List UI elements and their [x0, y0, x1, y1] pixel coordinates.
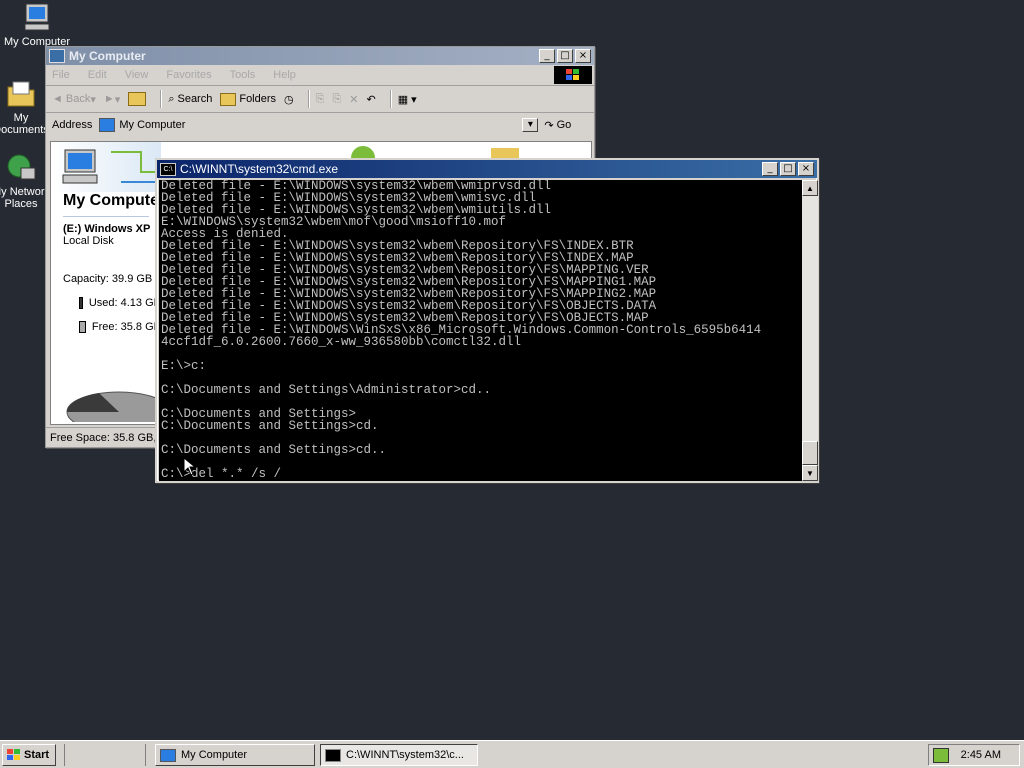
folders-button[interactable]: Folders: [220, 92, 276, 106]
my-computer-titlebar[interactable]: My Computer _ □ ×: [46, 47, 594, 65]
console-line: C:\Documents and Settings>cd..: [161, 443, 387, 457]
copy-to-icon: ⎘: [332, 92, 342, 105]
computer-large-icon: [62, 149, 98, 184]
desktop-icon-my-computer[interactable]: My Computer: [2, 2, 72, 48]
computer-icon: [21, 2, 53, 34]
mouse-cursor-icon: [184, 458, 196, 476]
menu-bar: File Edit View Favorites Tools Help: [46, 65, 594, 86]
go-button[interactable]: ↷ Go: [544, 119, 571, 132]
folders-icon: [220, 92, 237, 106]
minimize-button[interactable]: _: [762, 162, 778, 176]
maximize-button[interactable]: □: [780, 162, 796, 176]
folder-icon: [5, 78, 37, 110]
go-arrow-icon: ↷: [544, 119, 554, 132]
drive-type: Local Disk: [63, 235, 114, 247]
window-icon: [49, 49, 65, 63]
back-arrow-icon: ◄: [52, 93, 63, 105]
scroll-up-button[interactable]: ▲: [802, 180, 818, 196]
maximize-button[interactable]: □: [557, 49, 573, 63]
scroll-down-button[interactable]: ▼: [802, 465, 818, 481]
console-output[interactable]: Deleted file - E:\WINDOWS\system32\wbem\…: [159, 180, 802, 481]
address-field[interactable]: My Computer ▾: [96, 116, 539, 134]
capacity-text: Capacity: 39.9 GB: [63, 273, 153, 285]
up-folder-icon: [128, 92, 147, 106]
close-button[interactable]: ×: [798, 162, 814, 176]
quick-launch: [64, 744, 146, 766]
start-button[interactable]: Start: [2, 744, 56, 766]
network-tray-icon[interactable]: [933, 748, 949, 763]
cmd-title: C:\WINNT\system32\cmd.exe: [180, 162, 339, 176]
back-button[interactable]: ◄ Back ▾: [52, 93, 96, 106]
console-line: C:\Documents and Settings\Administrator>…: [161, 383, 492, 397]
menu-help[interactable]: Help: [273, 69, 296, 81]
used-swatch: [79, 297, 83, 309]
address-label: Address: [52, 119, 93, 131]
windows-logo-icon: [554, 66, 592, 84]
undo-icon: ↶: [366, 93, 376, 106]
menu-edit[interactable]: Edit: [88, 69, 107, 81]
delete-icon: ✕: [349, 93, 359, 106]
windows-flag-icon: [7, 749, 20, 760]
address-dropdown-button[interactable]: ▾: [522, 118, 539, 132]
search-icon: ⌕: [168, 92, 175, 105]
used-text: Used: 4.13 GB: [88, 297, 161, 309]
delete-button[interactable]: ✕: [349, 93, 358, 106]
system-tray: 2:45 AM: [928, 744, 1020, 766]
move-to-button[interactable]: ⎘: [316, 93, 325, 106]
console-line: 4ccf1df_6.0.2600.7660_x-ww_936580bb\comc…: [161, 335, 522, 349]
cmd-icon: [325, 748, 341, 762]
move-to-icon: ⎘: [315, 92, 325, 105]
console-line: C:\Documents and Settings>cd.: [161, 419, 379, 433]
minimize-button[interactable]: _: [539, 49, 555, 63]
cd-drive-icon[interactable]: [351, 146, 375, 158]
up-folder-button[interactable]: [128, 92, 147, 106]
forward-arrow-icon: ►: [103, 93, 115, 105]
address-bar: Address My Computer ▾ ↷ Go: [46, 113, 594, 137]
task-my-computer[interactable]: My Computer: [155, 744, 315, 766]
scroll-thumb[interactable]: [802, 441, 818, 465]
menu-file[interactable]: File: [52, 69, 70, 81]
cmd-icon: C:\: [160, 162, 176, 176]
menu-favorites[interactable]: Favorites: [166, 69, 211, 81]
taskbar: Start My Computer C:\WINNT\system32\c...…: [0, 740, 1024, 768]
views-icon: ▦ ▾: [397, 93, 417, 106]
computer-small-icon: [99, 118, 116, 132]
copy-to-button[interactable]: ⎘: [332, 93, 341, 106]
close-button[interactable]: ×: [575, 49, 591, 63]
menu-view[interactable]: View: [125, 69, 149, 81]
panel-heading: My Computer: [63, 192, 166, 209]
console-line: C:\>del *.* /s /: [161, 467, 282, 481]
free-swatch: [79, 321, 86, 333]
standard-toolbar: ◄ Back ▾ ► ▾ ⌕ Search Folders ◷ ⎘ ⎘ ✕ ↶ ▦ …: [46, 86, 594, 113]
drive-name: (E:) Windows XP: [63, 223, 151, 235]
details-panel: My Computer (E:) Windows XP Local Disk C…: [51, 142, 171, 424]
views-button[interactable]: ▦ ▾: [398, 93, 417, 106]
computer-small-icon: [160, 748, 176, 762]
clock[interactable]: 2:45 AM: [961, 749, 1001, 761]
cmd-titlebar[interactable]: C:\ C:\WINNT\system32\cmd.exe _ □ ×: [157, 160, 817, 178]
history-button[interactable]: ◷: [284, 93, 294, 106]
console-line: E:\>c:: [161, 359, 207, 373]
folder-item-icon[interactable]: [491, 148, 519, 158]
panel-banner: [51, 142, 171, 192]
status-text: Free Space: 35.8 GB,: [50, 431, 157, 444]
menu-tools[interactable]: Tools: [230, 69, 256, 81]
task-cmd[interactable]: C:\WINNT\system32\c...: [320, 744, 478, 766]
vertical-scrollbar[interactable]: ▲ ▼: [802, 180, 818, 481]
address-value: My Computer: [119, 119, 186, 131]
window-title: My Computer: [69, 49, 146, 63]
free-text: Free: 35.8 GB: [91, 321, 161, 333]
network-icon: [5, 152, 37, 184]
search-button[interactable]: ⌕ Search: [168, 92, 212, 106]
cmd-window[interactable]: C:\ C:\WINNT\system32\cmd.exe _ □ × Dele…: [155, 158, 819, 483]
history-icon: ◷: [284, 92, 294, 106]
undo-button[interactable]: ↶: [366, 93, 375, 106]
forward-button[interactable]: ► ▾: [104, 93, 120, 106]
disk-usage-pie: [66, 391, 169, 422]
